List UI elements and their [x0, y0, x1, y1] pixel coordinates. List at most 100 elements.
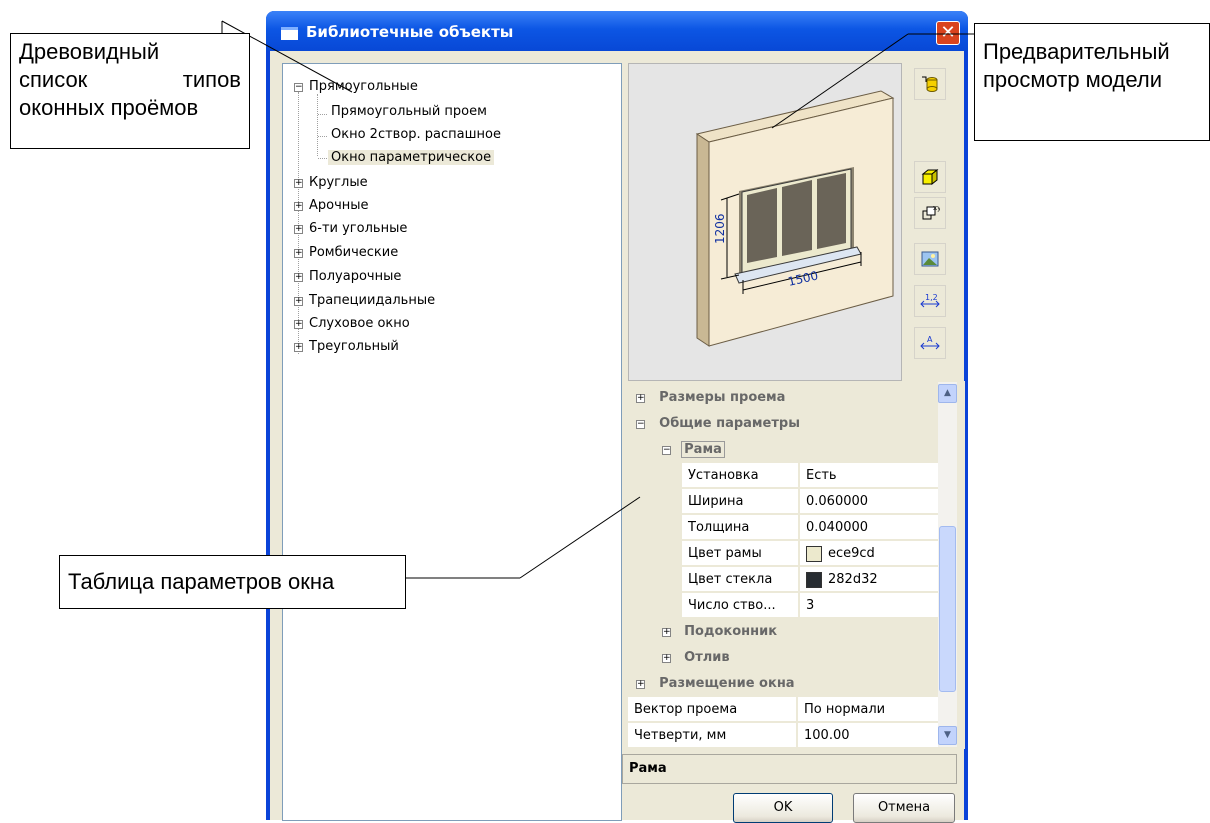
render-image-icon [921, 251, 939, 267]
tree-node-label: Окно 2створ. распашное [331, 127, 501, 142]
expand-icon[interactable]: + [294, 343, 303, 352]
height-dimension-label: 1206 [713, 213, 727, 244]
expand-icon[interactable]: + [294, 249, 303, 258]
subcategory-sill[interactable]: + Подоконник [662, 619, 777, 645]
category-label: Отлив [684, 650, 730, 665]
cancel-button[interactable]: Отмена [853, 793, 955, 823]
tree-node-label: Арочные [309, 198, 369, 213]
category-label: Размещение окна [659, 676, 795, 691]
tree-node-label: Треугольный [309, 339, 399, 354]
svg-text:A: A [927, 335, 933, 344]
tree-leaf-rect-opening[interactable]: Прямоугольный проем [328, 102, 490, 122]
callout-preview-line1: Предварительный [983, 39, 1170, 64]
tree-node-label: Круглые [309, 175, 368, 190]
library-objects-dialog: Библиотечные объекты ✕ − Прямоугольные П… [266, 11, 968, 823]
callout-tree: Древовидный список типов оконных проёмов [10, 33, 250, 149]
tree-node-label: Ромбические [309, 245, 399, 260]
category-label: Общие параметры [659, 416, 800, 431]
glass-color-swatch[interactable] [806, 571, 822, 588]
color-code: ece9cd [828, 546, 875, 561]
title-bar[interactable]: Библиотечные объекты ✕ [266, 11, 968, 51]
callout-tree-line3: оконных проёмов [19, 95, 199, 120]
dialog-client-area: − Прямоугольные Прямоугольный проем Окно… [270, 51, 965, 823]
cube-view-icon [921, 168, 939, 186]
param-value-color[interactable]: ece9cd [800, 541, 938, 566]
subcategory-frame[interactable]: − Рама [662, 437, 725, 463]
tree-node-label: Слуховое окно [309, 316, 410, 331]
dimension-letters-icon: A [920, 335, 940, 350]
tree-node-label: 6-ти угольные [309, 221, 408, 236]
collapse-icon[interactable]: − [636, 420, 645, 429]
param-value[interactable]: 3 [800, 593, 938, 618]
model-preview[interactable]: 1206 1500 [628, 63, 902, 381]
expand-icon[interactable]: + [294, 320, 303, 329]
subcategory-drip[interactable]: + Отлив [662, 645, 730, 671]
ok-button[interactable]: OK [733, 793, 833, 823]
scroll-down-icon[interactable]: ▼ [938, 726, 957, 745]
callout-tree-line1: Древовидный [19, 39, 160, 64]
dimension-numbers-icon: 1,2 [920, 293, 940, 308]
expand-icon[interactable]: + [294, 297, 303, 306]
tree-node-label-selected: Окно параметрическое [328, 150, 495, 165]
scroll-up-icon[interactable]: ▲ [938, 384, 957, 403]
category-label: Рама [681, 441, 725, 458]
xy-plane-button[interactable]: xy [914, 197, 946, 229]
param-name: Ширина [682, 489, 798, 514]
expand-icon[interactable]: + [662, 654, 671, 663]
database-icon [922, 76, 938, 92]
tree-node-label: Прямоугольный проем [331, 104, 487, 119]
collapse-icon[interactable]: − [294, 83, 303, 92]
param-name: Толщина [682, 515, 798, 540]
param-name: Четверти, мм [628, 723, 796, 748]
expand-icon[interactable]: + [294, 273, 303, 282]
expand-icon[interactable]: + [662, 628, 671, 637]
param-name: Вектор проема [628, 697, 796, 722]
callout-tree-word: список [19, 67, 88, 92]
callout-preview-line2: просмотр модели [983, 67, 1163, 92]
selected-parameter-status: Рама [622, 754, 957, 784]
category-general-params[interactable]: − Общие параметры [636, 411, 800, 437]
expand-icon[interactable]: + [294, 179, 303, 188]
callout-tree-word: типов [182, 67, 241, 92]
render-button[interactable] [914, 243, 946, 275]
callout-table: Таблица параметров окна [59, 555, 406, 609]
window-type-tree[interactable]: − Прямоугольные Прямоугольный проем Окно… [282, 63, 622, 821]
window-parameters-grid[interactable]: + Размеры проема − Общие параметры − Рам… [628, 381, 965, 749]
category-window-placement[interactable]: + Размещение окна [636, 671, 795, 697]
color-code: 282d32 [828, 572, 878, 587]
close-button[interactable]: ✕ [936, 21, 960, 45]
tree-node-label: Полуарочные [309, 269, 402, 284]
database-button[interactable] [914, 68, 946, 100]
param-value[interactable]: 0.040000 [800, 515, 938, 540]
expand-icon[interactable]: + [294, 225, 303, 234]
scroll-thumb[interactable] [939, 526, 956, 692]
category-opening-size[interactable]: + Размеры проема [636, 385, 785, 411]
expand-icon[interactable]: + [636, 680, 645, 689]
svg-text:1,2: 1,2 [925, 293, 938, 302]
svg-text:xy: xy [933, 204, 940, 212]
param-value[interactable]: 0.060000 [800, 489, 938, 514]
param-value[interactable]: По нормали [798, 697, 938, 722]
category-label: Подоконник [684, 624, 778, 639]
letter-dimensions-button[interactable]: A [914, 327, 946, 359]
3d-view-button[interactable] [914, 161, 946, 193]
param-name: Число ство... [682, 593, 798, 618]
window-3d-preview: 1206 1500 [695, 90, 895, 347]
param-value[interactable]: 100.00 [798, 723, 938, 748]
window-icon [281, 27, 298, 40]
expand-icon[interactable]: + [636, 394, 645, 403]
parameters-scrollbar[interactable]: ▲ ▼ [938, 382, 957, 747]
tree-node-label: Трапециидальные [309, 293, 436, 308]
tree-node-label: Прямоугольные [309, 79, 418, 94]
tree-leaf-two-leaf-window[interactable]: Окно 2створ. распашное [328, 125, 504, 145]
tree-leaf-parametric-window[interactable]: Окно параметрическое [328, 148, 495, 168]
expand-icon[interactable]: + [294, 202, 303, 211]
param-name: Установка [682, 463, 798, 488]
param-value[interactable]: Есть [800, 463, 938, 488]
callout-tree-line2: список типов [19, 66, 241, 94]
collapse-icon[interactable]: − [662, 446, 671, 455]
param-value-color[interactable]: 282d32 [800, 567, 938, 592]
frame-color-swatch[interactable] [806, 545, 822, 562]
category-label: Размеры проема [659, 390, 786, 405]
numeric-dimensions-button[interactable]: 1,2 [914, 285, 946, 317]
